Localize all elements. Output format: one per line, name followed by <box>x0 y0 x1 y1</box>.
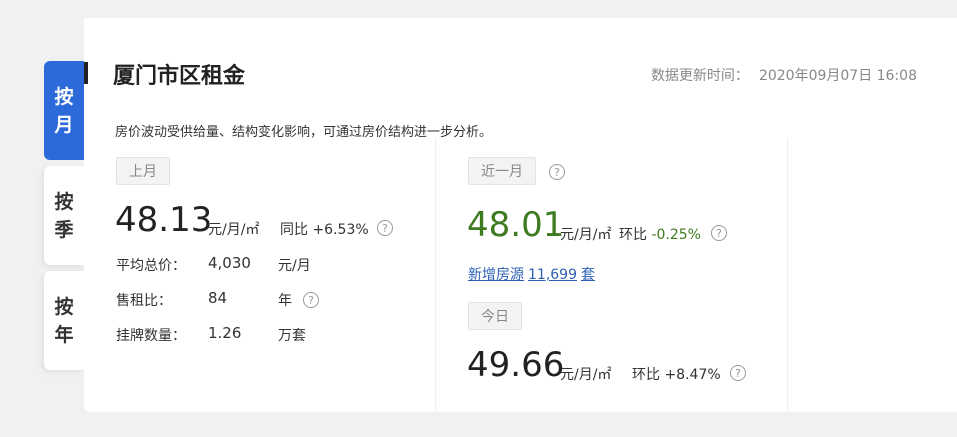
tab-by-quarter[interactable]: 按 季 <box>44 166 84 265</box>
last-month-unit: 元/月/㎡ <box>208 222 260 238</box>
recent-month-mom: 环比 -0.25% <box>619 224 701 244</box>
help-icon[interactable]: ? <box>711 225 727 241</box>
help-icon[interactable]: ? <box>303 292 319 308</box>
tab-by-year[interactable]: 按 年 <box>44 271 84 370</box>
column-divider <box>787 138 788 412</box>
avg-total-unit: 元/月 <box>278 258 311 274</box>
last-month-price: 48.13 <box>115 200 213 240</box>
help-icon[interactable]: ? <box>730 365 746 381</box>
today-tag: 今日 <box>468 302 522 330</box>
listing-count-unit: 万套 <box>278 328 306 344</box>
new-listings-link[interactable]: 新增房源 11,699 套 <box>468 264 595 284</box>
title-accent-bar <box>84 62 88 84</box>
listing-count-value: 1.26 <box>208 324 242 342</box>
tab-char: 季 <box>54 218 74 241</box>
rent-ratio-unit: 年 <box>278 293 292 309</box>
tab-char: 按 <box>54 295 74 318</box>
listing-count-label: 挂牌数量： <box>116 328 186 344</box>
help-icon[interactable]: ? <box>377 220 393 236</box>
recent-month-tag: 近一月 <box>468 157 536 185</box>
today-price: 49.66 <box>467 345 565 385</box>
update-time-value: 2020年09月07日 16:08 <box>758 68 917 84</box>
update-time-label: 数据更新时间： <box>650 68 749 84</box>
tab-char: 月 <box>54 113 74 136</box>
recent-month-price: 48.01 <box>467 205 565 245</box>
last-month-yoy: 同比 +6.53% <box>280 222 369 238</box>
rent-panel: 厦门市区租金 数据更新时间： 2020年09月07日 16:08 房价波动受供给量… <box>84 18 957 412</box>
tab-by-month[interactable]: 按 月 <box>44 61 84 160</box>
avg-total-label: 平均总价： <box>116 258 186 274</box>
column-divider <box>435 138 436 412</box>
rent-ratio-value: 84 <box>208 289 228 307</box>
recent-month-mom-label: 环比 <box>619 227 647 243</box>
tab-char: 按 <box>54 190 74 213</box>
tab-char: 按 <box>54 85 74 108</box>
update-time: 数据更新时间： 2020年09月07日 16:08 <box>651 65 917 85</box>
new-listings-value: 11,699 <box>528 267 577 283</box>
today-mom: 环比 +8.47% <box>632 367 721 383</box>
new-listings-label: 新增房源 <box>468 267 524 283</box>
page-title: 厦门市区租金 <box>113 64 246 89</box>
recent-month-unit: 元/月/㎡ <box>560 227 612 243</box>
rent-ratio-label: 售租比： <box>116 293 172 309</box>
help-icon[interactable]: ? <box>549 164 565 180</box>
recent-month-mom-value: -0.25% <box>651 227 701 243</box>
today-unit: 元/月/㎡ <box>560 367 612 383</box>
last-month-tag: 上月 <box>116 157 170 185</box>
new-listings-suffix: 套 <box>581 267 595 283</box>
tab-char: 年 <box>54 323 74 346</box>
avg-total-value: 4,030 <box>208 254 251 272</box>
